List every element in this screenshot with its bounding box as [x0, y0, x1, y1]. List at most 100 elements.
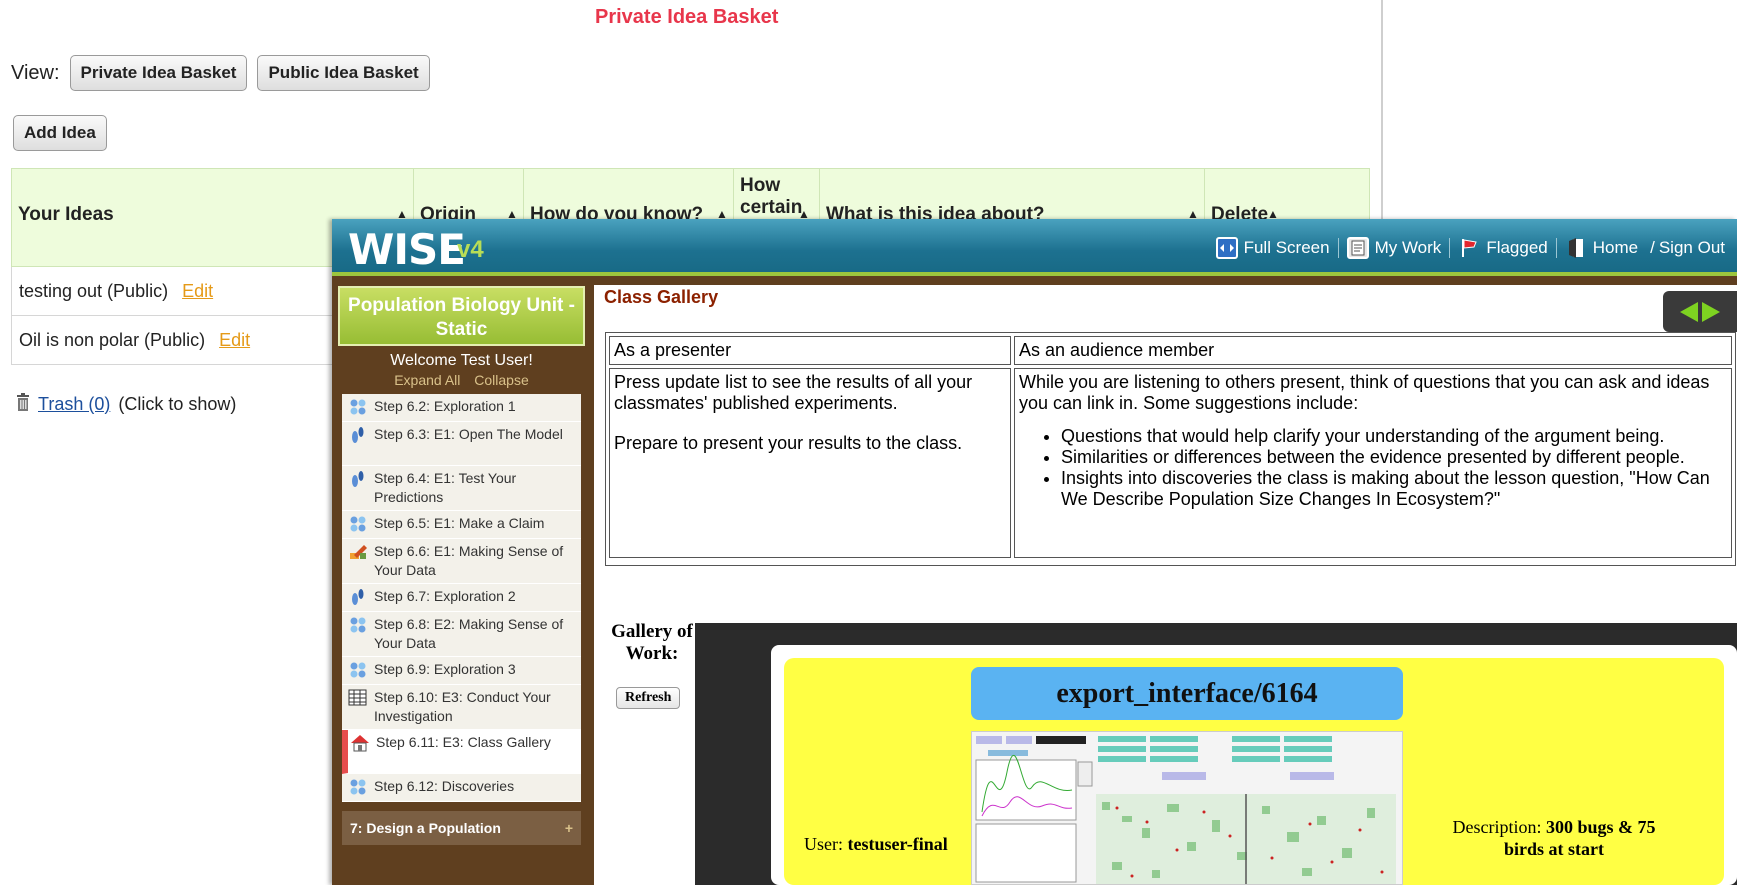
add-idea-button[interactable]: Add Idea	[13, 115, 107, 151]
step-label: Step 6.3: E1: Open The Model	[374, 426, 563, 442]
unit-title: Population Biology Unit - Static	[338, 286, 585, 346]
step-navigation: Population Biology Unit - Static Welcome…	[338, 286, 585, 885]
step-item[interactable]: Step 6.8: E2: Making Sense of Your Data	[342, 612, 581, 657]
grid-icon	[348, 689, 368, 707]
gallery-frame: export_interface/6164 User: testuser-fin…	[695, 623, 1737, 885]
collapse-link[interactable]: Collapse	[474, 372, 528, 388]
top-nav: Full Screen My Work Flagged Home / Sign …	[1208, 237, 1729, 259]
basket-title: Private Idea Basket	[595, 6, 779, 28]
user-value: testuser-final	[847, 834, 948, 854]
trash-link[interactable]: Trash (0)	[38, 394, 110, 415]
gallery-description: Description: 300 bugs & 75 birds at star…	[1434, 816, 1674, 860]
welcome-panel: Welcome Test User! Expand All Collapse	[338, 346, 585, 394]
footprint-icon	[348, 588, 368, 606]
public-basket-button[interactable]: Public Idea Basket	[257, 55, 430, 91]
flagged-button[interactable]: Flagged	[1450, 237, 1555, 259]
welcome-text: Welcome Test User!	[390, 352, 533, 369]
edit-link[interactable]: Edit	[182, 281, 213, 302]
home-label: Home	[1592, 238, 1639, 257]
my-work-label: My Work	[1374, 238, 1442, 257]
full-screen-button[interactable]: Full Screen	[1208, 237, 1338, 259]
presenter-text-2: Prepare to present your results to the c…	[614, 433, 963, 453]
sign-out-link[interactable]: Sign Out	[1659, 238, 1729, 258]
refresh-button[interactable]: Refresh	[616, 687, 681, 709]
table-row[interactable]: testing out (Public) Edit	[11, 267, 346, 316]
activity-design-population[interactable]: 7: Design a Population +	[342, 811, 581, 845]
page-title: Class Gallery	[604, 287, 719, 307]
next-step-icon[interactable]	[1702, 301, 1720, 322]
model-screenshot-thumbnail[interactable]	[971, 731, 1403, 885]
footprint-icon	[348, 470, 368, 488]
wise-logo: WISE	[348, 225, 466, 274]
step-item[interactable]: Step 6.10: E3: Conduct Your Investigatio…	[342, 685, 581, 730]
presenter-heading: As a presenter	[609, 336, 1011, 365]
step-label: Step 6.12: Discoveries	[374, 778, 515, 794]
suggestion-list: Questions that would help clarify your u…	[1061, 426, 1727, 510]
step-label: Step 6.4: E1: Test Your Predictions	[374, 470, 517, 505]
students-icon	[348, 515, 368, 533]
step-label: Step 6.2: Exploration 1	[374, 398, 516, 414]
gallery-label: Gallery of Work:	[611, 621, 693, 664]
step-item[interactable]: Step 6.3: E1: Open The Model	[342, 422, 581, 466]
notebook-icon	[1346, 237, 1369, 259]
fullscreen-icon	[1215, 237, 1238, 259]
step-label: Step 6.5: E1: Make a Claim	[374, 515, 545, 531]
step-label: Step 6.10: E3: Conduct Your Investigatio…	[374, 689, 551, 724]
step-list: Step 6.2: Exploration 1 Step 6.3: E1: Op…	[342, 394, 581, 802]
students-icon	[348, 398, 368, 416]
gallery-card[interactable]: export_interface/6164 User: testuser-fin…	[771, 645, 1737, 885]
list-item: Questions that would help clarify your u…	[1061, 426, 1727, 447]
full-screen-label: Full Screen	[1243, 238, 1330, 257]
view-toggle: View: Private Idea Basket Public Idea Ba…	[11, 55, 430, 91]
wise-window: WISE v4 Full Screen My Work Flagged Home…	[332, 219, 1737, 885]
step-label: Step 6.9: Exploration 3	[374, 661, 516, 677]
trash-hint: (Click to show)	[118, 394, 237, 414]
private-basket-button[interactable]: Private Idea Basket	[69, 55, 248, 91]
step-label: Step 6.11: E3: Class Gallery	[376, 734, 551, 750]
my-work-button[interactable]: My Work	[1339, 237, 1450, 259]
pencil-icon	[348, 543, 368, 561]
trash-row: Trash (0) (Click to show)	[16, 392, 236, 417]
step-item[interactable]: Step 6.6: E1: Making Sense of Your Data	[342, 539, 581, 584]
table-row[interactable]: Oil is non polar (Public) Edit	[11, 316, 346, 365]
audience-heading: As an audience member	[1014, 336, 1732, 365]
step-label: Step 6.8: E2: Making Sense of Your Data	[374, 616, 564, 651]
flag-icon	[1458, 237, 1480, 259]
audience-intro: While you are listening to others presen…	[1019, 372, 1710, 413]
gallery-item: export_interface/6164 User: testuser-fin…	[784, 658, 1724, 885]
step-item[interactable]: Step 6.2: Exploration 1	[342, 394, 581, 422]
instructions-table: As a presenter As an audience member Pre…	[605, 332, 1736, 566]
ideas-table-body: testing out (Public) Edit Oil is non pol…	[11, 267, 346, 365]
step-label: Step 6.7: Exploration 2	[374, 588, 516, 604]
step-item-selected[interactable]: Step 6.11: E3: Class Gallery	[342, 730, 581, 774]
door-icon	[1565, 237, 1587, 259]
previous-step-icon[interactable]	[1680, 301, 1698, 322]
export-title: export_interface/6164	[971, 667, 1403, 720]
idea-text: Oil is non polar (Public)	[19, 329, 206, 350]
list-item: Similarities or differences between the …	[1061, 447, 1727, 468]
trash-icon[interactable]	[16, 392, 30, 417]
students-icon	[348, 778, 368, 796]
step-item[interactable]: Step 6.5: E1: Make a Claim	[342, 511, 581, 539]
wise-version: v4	[457, 236, 484, 263]
col-label: Your Ideas	[18, 204, 114, 225]
students-icon	[348, 661, 368, 679]
step-item[interactable]: Step 6.4: E1: Test Your Predictions	[342, 466, 581, 511]
view-label: View:	[11, 61, 60, 84]
idea-text: testing out (Public)	[19, 280, 169, 301]
home-button[interactable]: Home	[1557, 237, 1646, 259]
step-item[interactable]: Step 6.7: Exploration 2	[342, 584, 581, 612]
user-label: User:	[804, 834, 843, 854]
expand-icon[interactable]: +	[565, 820, 573, 836]
presenter-text-1: Press update list to see the results of …	[614, 372, 973, 413]
step-content: Class Gallery As a presenter As an audie…	[594, 285, 1737, 885]
expand-all-link[interactable]: Expand All	[394, 372, 460, 388]
step-item[interactable]: Step 6.9: Exploration 3	[342, 657, 581, 685]
edit-link[interactable]: Edit	[219, 330, 250, 351]
wise-top-bar: WISE v4 Full Screen My Work Flagged Home…	[332, 219, 1737, 276]
step-label: Step 6.6: E1: Making Sense of Your Data	[374, 543, 564, 578]
list-item: Insights into discoveries the class is m…	[1061, 468, 1727, 510]
house-icon	[350, 734, 370, 752]
step-item[interactable]: Step 6.12: Discoveries	[342, 774, 581, 802]
nav-slash: /	[1650, 238, 1655, 257]
